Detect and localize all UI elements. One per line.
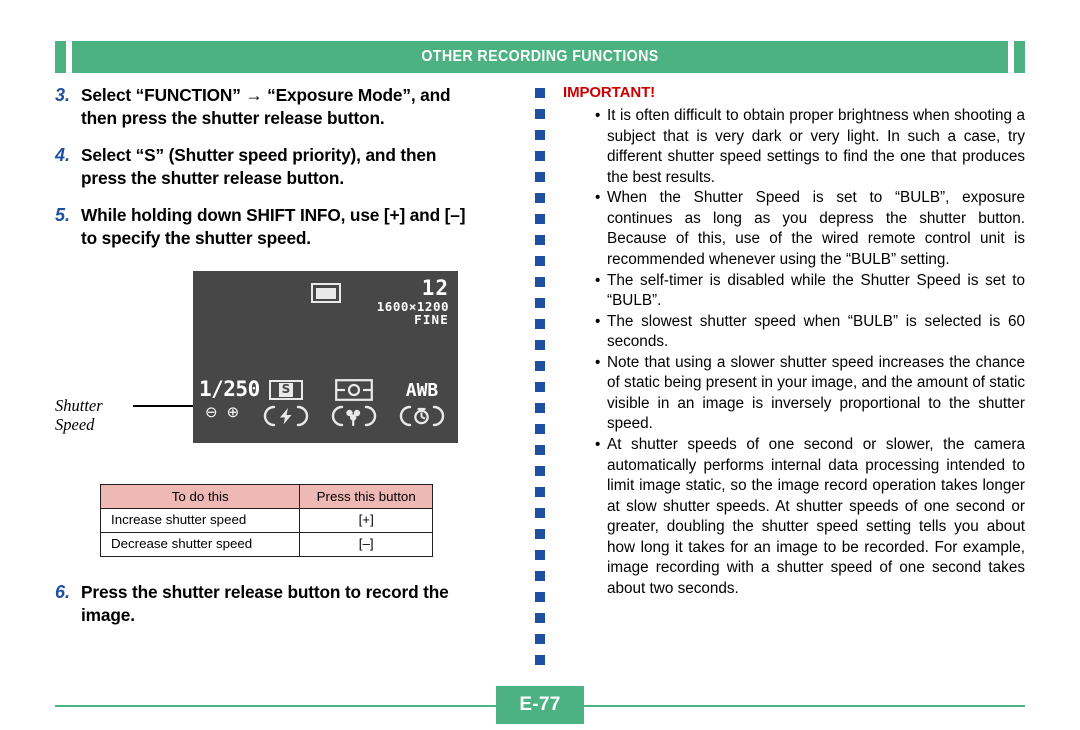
step-4-line-1: Select “S” (Shutter speed priority), and… (81, 145, 437, 165)
lcd-top-right-info: 12 1600×1200 FINE (377, 277, 449, 327)
bullet-icon: • (595, 189, 601, 207)
table-cell-button-decrease: [–] (299, 531, 433, 557)
list-item: • When the Shutter Speed is set to “BULB”… (595, 188, 1025, 270)
table-row: Increase shutter speed [+] (99, 507, 433, 533)
lcd-column-wb: AWB (385, 377, 459, 429)
shutter-speed-callout: Shutter Speed (55, 396, 103, 434)
header-title: OTHER RECORDING FUNCTIONS (421, 48, 659, 65)
step-3-line-2: then press the shutter release button. (81, 108, 385, 128)
table-cell-action-increase: Increase shutter speed (99, 507, 301, 533)
step-5-number: 5. (55, 205, 71, 225)
bullet-text: The self-timer is disabled while the Shu… (607, 271, 1025, 310)
bullet-text: At shutter speeds of one second or slowe… (607, 436, 1025, 597)
shutter-speed-table: To do this Press this button Increase sh… (99, 484, 433, 557)
header-right-cap (1014, 41, 1025, 73)
list-item: • At shutter speeds of one second or slow… (595, 435, 1025, 600)
lcd-column-focus (317, 377, 391, 429)
step-3: 3. Select “FUNCTION” → “Exposure Mode”, … (55, 84, 520, 130)
column-divider (535, 88, 545, 672)
step-4-line-2: press the shutter release button. (81, 168, 344, 188)
step-4-text: Select “S” (Shutter speed priority), and… (81, 144, 436, 190)
flash-auto-icon (249, 403, 323, 429)
shutter-speed-callout-line-2: Speed (55, 415, 95, 435)
table-cell-action-decrease: Decrease shutter speed (99, 531, 301, 557)
step-6-line-1: Press the shutter release button to reco… (81, 581, 449, 602)
exposure-compensation-icons: ⊖⊕ (205, 403, 248, 421)
lcd-column-mode: S (249, 377, 323, 429)
flash-auto-icon-glyph (263, 405, 309, 427)
important-bullet-list: • It is often difficult to obtain proper … (563, 106, 1025, 600)
list-item: • The slowest shutter speed when “BULB” i… (595, 312, 1025, 353)
metering-icon (317, 377, 391, 403)
step-3-number: 3. (55, 85, 71, 105)
page-footer: E-77 (0, 686, 1080, 730)
step-6-number: 6. (55, 581, 71, 602)
step-6: 6. Press the shutter release button to r… (55, 581, 520, 627)
resolution-label: 1600×1200 (376, 298, 449, 314)
page-number-badge: E-77 (496, 686, 584, 724)
bullet-text: It is often difficult to obtain proper b… (607, 107, 1025, 186)
step-4-number: 4. (55, 145, 71, 165)
bullet-icon: • (595, 353, 601, 371)
table-cell-button-increase: [+] (299, 507, 433, 533)
remaining-shots-count: 12 (421, 276, 449, 300)
step-6-line-2: image. (81, 604, 135, 625)
list-item: • It is often difficult to obtain proper … (595, 106, 1025, 188)
table-header-todothis: To do this (99, 484, 301, 509)
white-balance-label: AWB (385, 377, 459, 403)
step-5-text: While holding down SHIFT INFO, use [+] a… (81, 204, 465, 250)
shutter-speed-callout-line-1: Shutter (55, 396, 103, 415)
step-6-text: Press the shutter release button to reco… (81, 581, 449, 627)
step-5-line-1: While holding down SHIFT INFO, use [+] a… (81, 205, 466, 225)
bullet-icon: • (595, 436, 601, 453)
exposure-mode-icon: S (249, 377, 323, 403)
step-5: 5. While holding down SHIFT INFO, use [+… (55, 204, 520, 250)
macro-flower-icon (317, 403, 391, 429)
important-heading: IMPORTANT! (563, 84, 656, 101)
table-header-pressbutton: Press this button (299, 484, 433, 509)
camera-lcd-figure: Shutter Speed 12 1600×1200 FINE 1/250 ⊖⊕… (55, 264, 520, 474)
page-number: E-77 (519, 694, 561, 715)
bullet-text: When the Shutter Speed is set to “BULB”,… (607, 189, 1025, 268)
right-column: IMPORTANT! • It is often difficult to obt… (563, 84, 1025, 600)
bullet-text: The slowest shutter speed when “BULB” is… (607, 312, 1025, 351)
self-timer-icon (385, 403, 459, 429)
awb-text: AWB (405, 379, 439, 401)
table-header-row: To do this Press this button (99, 484, 433, 509)
step-3-text: Select “FUNCTION” → “Exposure Mode”, and… (81, 84, 451, 130)
self-timer-icon-glyph (399, 405, 445, 427)
ev-plus-icon: ⊕ (226, 404, 249, 421)
bullet-icon: • (595, 312, 601, 330)
lcd-screen: 12 1600×1200 FINE 1/250 ⊖⊕ S AWB (193, 271, 458, 443)
macro-flower-icon-glyph (331, 405, 377, 427)
ev-minus-icon: ⊖ (205, 404, 227, 421)
record-frame-icon (310, 283, 341, 303)
metering-icon-glyph (335, 379, 373, 401)
left-column: 3. Select “FUNCTION” → “Exposure Mode”, … (55, 84, 520, 641)
list-item: • The self-timer is disabled while the Sh… (595, 271, 1025, 312)
list-item: • Note that using a slower shutter speed … (595, 353, 1025, 435)
header-left-cap (55, 41, 66, 73)
bullet-text: Note that using a slower shutter speed i… (607, 353, 1025, 433)
header-bar: OTHER RECORDING FUNCTIONS (72, 41, 1008, 73)
quality-label: FINE (414, 312, 449, 328)
bullet-icon: • (595, 107, 601, 124)
exposure-mode-letter: S (278, 382, 294, 397)
table-row: Decrease shutter speed [–] (99, 531, 433, 557)
step-5-line-2: to specify the shutter speed. (81, 228, 311, 248)
callout-leader-line (133, 405, 195, 407)
step-3-line-1: Select “FUNCTION” → “Exposure Mode”, and (81, 85, 451, 105)
step-4: 4. Select “S” (Shutter speed priority), … (55, 144, 520, 190)
lcd-status-bar: 1/250 ⊖⊕ S AWB (193, 377, 458, 435)
bullet-icon: • (595, 271, 601, 289)
page-header: OTHER RECORDING FUNCTIONS (55, 41, 1025, 73)
